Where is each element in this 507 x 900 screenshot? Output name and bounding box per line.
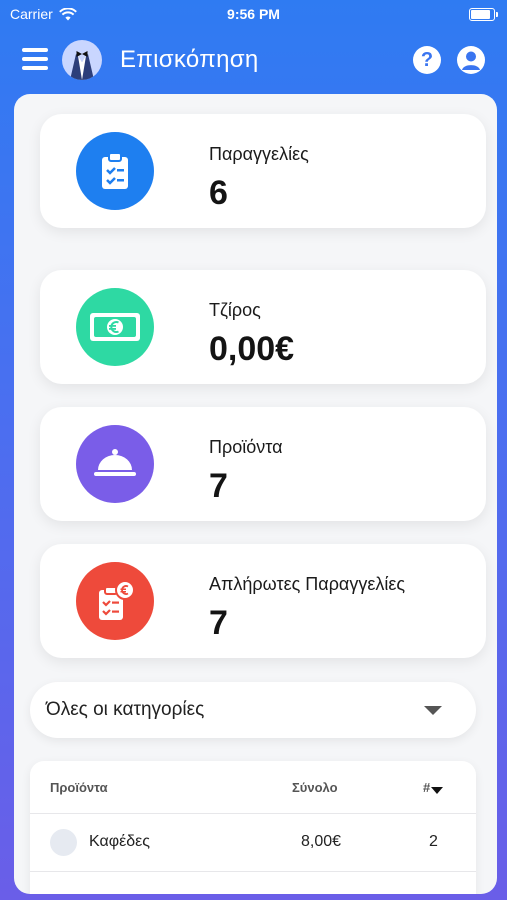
product-count: 2 [429,833,438,850]
unpaid-clipboard-icon [76,562,154,640]
product-total: 8,00€ [301,833,342,850]
status-bar: Carrier 9:56 PM [0,0,507,28]
serving-cloche-icon [76,425,154,503]
column-header-count-label: # [423,780,431,795]
revenue-value: 0,00€ [209,330,295,368]
nav-bar: Επισκόπηση ? [0,36,507,86]
euro-banknote-icon [76,288,154,366]
revenue-label: Τζίρος [209,300,261,320]
clipboard-check-icon [76,132,154,210]
unpaid-orders-value: 7 [209,604,228,642]
products-table: Προϊόντα Σύνολο # Καφέδες 8,00€ 2 [30,761,476,894]
unpaid-orders-card[interactable]: Απλήρωτες Παραγγελίες 7 [40,544,486,658]
orders-value: 6 [209,174,228,212]
column-header-products[interactable]: Προϊόντα [50,780,108,795]
revenue-card[interactable]: Τζίρος 0,00€ [40,270,486,384]
products-value: 7 [209,467,228,505]
page-title: Επισκόπηση [120,46,259,73]
dashboard-content: Παραγγελίες 6 Τζίρος 0,00€ Προϊόντα 7 Απ… [14,94,497,894]
column-header-count[interactable]: # [423,780,444,795]
column-header-total[interactable]: Σύνολο [292,780,338,795]
product-name: Καφέδες [89,833,150,850]
unpaid-orders-label: Απλήρωτες Παραγγελίες [209,574,406,594]
category-dropdown[interactable]: Όλες οι κατηγορίες [30,682,476,738]
waiter-logo-icon [62,40,102,80]
sort-down-icon [431,787,444,794]
battery-icon [469,8,498,21]
table-row[interactable]: Καφέδες 8,00€ 2 [30,813,476,871]
profile-icon[interactable] [457,46,485,74]
hamburger-menu-icon[interactable] [22,48,48,70]
category-dropdown-value: Όλες οι κατηγορίες [46,699,205,720]
orders-card[interactable]: Παραγγελίες 6 [40,114,486,228]
products-label: Προϊόντα [209,437,283,457]
divider [30,871,476,872]
chevron-down-icon [424,706,442,715]
status-time: 9:56 PM [227,6,280,22]
orders-label: Παραγγελίες [209,144,309,164]
products-card[interactable]: Προϊόντα 7 [40,407,486,521]
product-thumbnail [50,829,77,856]
help-icon[interactable]: ? [413,46,441,74]
help-symbol: ? [420,48,434,71]
